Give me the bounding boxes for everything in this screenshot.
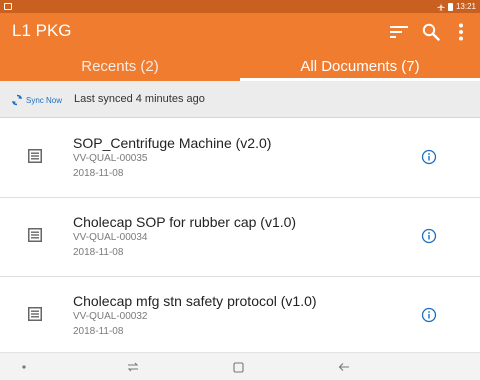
document-date: 2018-11-08 (73, 168, 124, 179)
nav-dot-button[interactable] (16, 359, 32, 375)
info-icon[interactable] (421, 228, 437, 244)
sync-now-label: Sync Now (26, 95, 63, 105)
home-button[interactable] (230, 359, 246, 375)
status-time: 13:21 (455, 2, 476, 11)
sort-icon (390, 26, 408, 38)
document-row[interactable]: Cholecap SOP for rubber cap (v1.0) VV-QU… (0, 198, 480, 277)
document-id: VV-QUAL-00032 (73, 311, 148, 322)
dot-icon (22, 365, 26, 369)
document-title: SOP_Centrifuge Machine (v2.0) (73, 135, 272, 151)
document-list: SOP_Centrifuge Machine (v2.0) VV-QUAL-00… (0, 119, 480, 356)
image-icon (4, 3, 12, 10)
airplane-icon (437, 2, 445, 11)
status-right: 13:21 (437, 1, 476, 12)
sync-icon (11, 94, 23, 106)
document-id: VV-QUAL-00035 (73, 153, 148, 164)
home-icon (232, 361, 244, 373)
tab-bar: Recents (2) All Documents (7) (0, 51, 480, 81)
battery-icon (447, 2, 453, 11)
status-bar: 13:21 (0, 0, 480, 13)
info-icon[interactable] (421, 149, 437, 165)
document-icon (28, 149, 42, 163)
app-title: L1 PKG (12, 21, 72, 40)
system-nav-bar (0, 352, 480, 380)
sync-bar: Sync Now Last synced 4 minutes ago (0, 81, 480, 118)
info-icon[interactable] (421, 307, 437, 323)
back-icon (338, 363, 349, 371)
tab-all-documents[interactable]: All Documents (7) (240, 51, 480, 81)
document-icon (28, 307, 42, 321)
tab-recents[interactable]: Recents (2) (0, 51, 240, 81)
document-row[interactable]: Cholecap mfg stn safety protocol (v1.0) … (0, 277, 480, 356)
document-id: VV-QUAL-00034 (73, 232, 148, 243)
document-row[interactable]: SOP_Centrifuge Machine (v2.0) VV-QUAL-00… (0, 119, 480, 198)
search-button[interactable] (418, 19, 444, 45)
app-bar: L1 PKG (0, 13, 480, 51)
document-icon (28, 228, 42, 242)
overflow-menu-icon (459, 23, 463, 41)
document-title: Cholecap SOP for rubber cap (v1.0) (73, 214, 297, 230)
recent-apps-button[interactable] (125, 359, 141, 375)
document-title: Cholecap mfg stn safety protocol (v1.0) (73, 293, 317, 309)
sort-button[interactable] (386, 19, 412, 45)
last-synced-text: Last synced 4 minutes ago (74, 93, 205, 105)
sync-now-button[interactable]: Sync Now (11, 92, 62, 108)
document-date: 2018-11-08 (73, 326, 124, 337)
search-icon (422, 23, 440, 41)
recent-apps-icon (127, 362, 139, 372)
back-button[interactable] (336, 359, 352, 375)
document-date: 2018-11-08 (73, 247, 124, 258)
overflow-menu-button[interactable] (448, 19, 474, 45)
